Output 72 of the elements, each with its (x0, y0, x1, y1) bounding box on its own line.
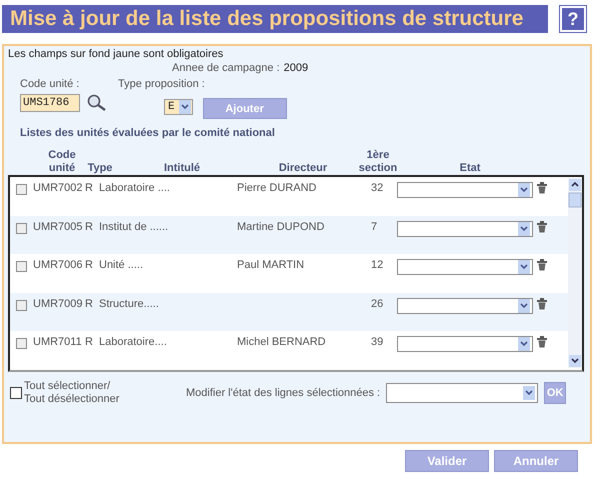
row-checkbox[interactable] (16, 222, 27, 234)
code-field[interactable]: UMS1786 (20, 94, 80, 112)
table-cell-text: Institut de ...... (99, 220, 170, 232)
column-header: Etat (458, 162, 482, 175)
required-notice: Les champs sur fond jaune sont obligatoires (8, 48, 224, 60)
column-header: Type (86, 162, 114, 175)
caret-icon (518, 260, 530, 274)
caret-icon (518, 183, 530, 197)
row-checkbox[interactable] (16, 184, 27, 195)
select-all-checkbox[interactable] (10, 387, 22, 399)
table-cell: Paul MARTIN (237, 259, 304, 271)
scrollbar[interactable] (568, 178, 582, 368)
state-dropdown[interactable] (397, 259, 533, 275)
row-checkbox[interactable] (16, 338, 27, 349)
table-cell-text: 12 (371, 259, 384, 271)
table-cell: Martine DUPOND (237, 220, 324, 232)
column-header: Code unité (47, 149, 77, 175)
state-dropdown[interactable] (397, 220, 533, 236)
table-cell-text: R (85, 259, 94, 271)
code-label: Code unité : (20, 78, 80, 90)
table-cell-text: UMR7002 (33, 182, 84, 194)
table-cell-text: Unité ..... (99, 259, 144, 271)
table-cell-text: R (85, 182, 94, 194)
state-dropdown[interactable] (397, 298, 533, 314)
table-cell-text: 7 (371, 220, 378, 232)
type-label: Type proposition : (118, 78, 206, 90)
search-icon[interactable] (86, 94, 108, 112)
table-cell: Pierre DURAND (237, 182, 316, 194)
table-cell-text: UMR7006 (33, 259, 84, 271)
caret-icon (518, 298, 530, 312)
column-header: Directeur (278, 162, 328, 175)
table-cell-text: Laboratoire.... (99, 336, 168, 348)
add-button[interactable]: Ajouter (202, 98, 287, 119)
table-cell-text: Laboratoire .... (99, 182, 171, 194)
table-cell-text: UMR7009 (33, 298, 84, 310)
campaign-label: Annee de campagne : (172, 62, 280, 74)
bulk-state-dropdown[interactable] (386, 383, 538, 403)
section-title: Listes des unités évaluées par le comité national (20, 127, 276, 139)
caret-icon (523, 386, 536, 400)
type-dropdown[interactable]: E (164, 98, 193, 114)
table-cell-text: Structure..... (99, 298, 160, 310)
ok-button[interactable]: OK (544, 382, 566, 404)
cancel-button[interactable]: Annuler (494, 450, 578, 472)
table-cell: Michel BERNARD (237, 336, 326, 348)
state-dropdown[interactable] (397, 336, 533, 352)
help-button[interactable]: ? (560, 6, 586, 32)
bulk-state-label: Modifier l'état des lignes sélectionnées : (186, 387, 380, 399)
table-cell-text: 32 (371, 182, 384, 194)
table-cell-text: UMR7005 (33, 220, 84, 232)
row-checkbox[interactable] (16, 261, 27, 272)
state-dropdown[interactable] (397, 182, 533, 198)
table-cell-text: R (85, 220, 94, 232)
trash-icon[interactable] (537, 259, 547, 271)
trash-icon[interactable] (537, 220, 547, 232)
table-cell-text: R (85, 336, 94, 348)
trash-icon[interactable] (537, 298, 547, 310)
campaign-year: 2009 (284, 62, 308, 74)
trash-icon[interactable] (537, 336, 547, 348)
caret-icon (518, 337, 530, 351)
validate-button[interactable]: Valider (405, 450, 489, 472)
table-cell-text: 39 (371, 336, 384, 348)
page-title: Mise à jour de la liste des propositions de structure (2, 5, 548, 33)
row-checkbox[interactable] (16, 300, 27, 310)
column-header: 1ère section (358, 149, 398, 175)
select-all-label: Tout sélectionner/ Tout désélectionner (24, 380, 120, 406)
table-cell-text: R (85, 298, 94, 310)
table-cell-text: UMR7011 (33, 336, 83, 348)
column-header: Intitulé (162, 162, 202, 175)
trash-icon[interactable] (537, 182, 547, 194)
caret-icon (178, 100, 191, 114)
caret-icon (518, 222, 530, 236)
table-cell-text: 26 (371, 298, 384, 310)
